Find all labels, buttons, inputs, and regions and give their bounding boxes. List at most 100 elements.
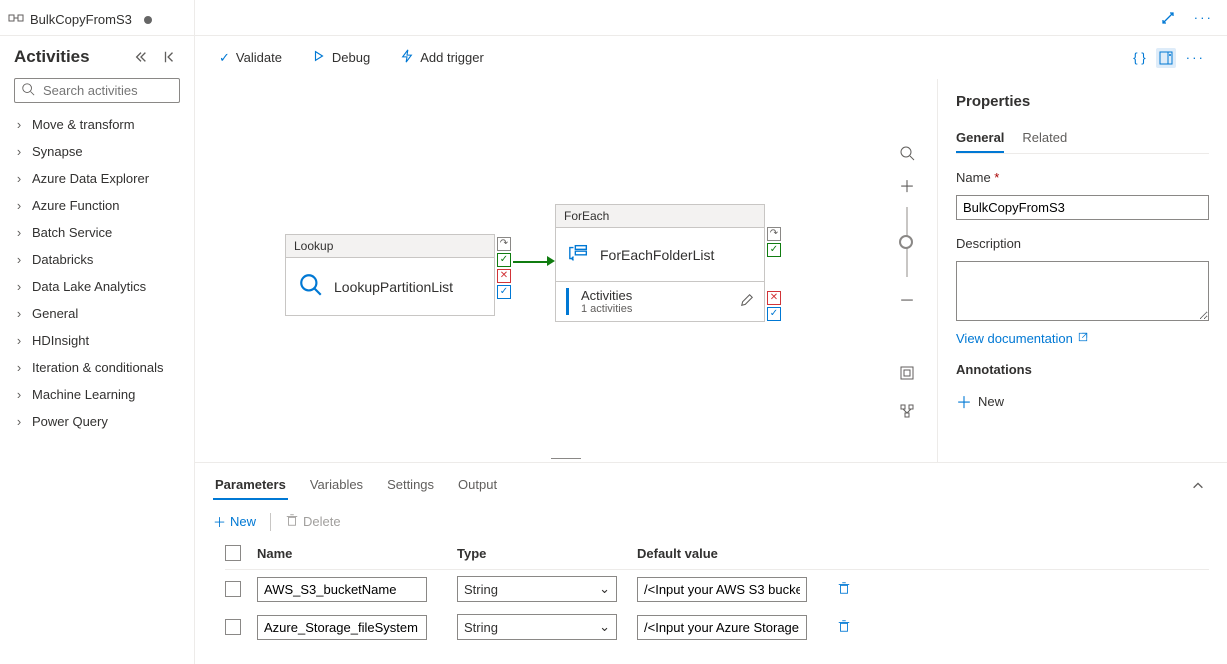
zoom-slider-thumb[interactable] xyxy=(899,235,913,249)
debug-button[interactable]: Debug xyxy=(306,48,376,67)
add-trigger-button[interactable]: Add trigger xyxy=(394,48,490,67)
pipeline-tab[interactable]: BulkCopyFromS3 xyxy=(8,10,152,29)
trigger-icon xyxy=(400,49,414,66)
more-actions-icon[interactable]: ··· xyxy=(1182,46,1209,69)
properties-tab-related[interactable]: Related xyxy=(1022,124,1067,153)
activity-foreach[interactable]: ForEach ForEachFolderList Activities 1 a… xyxy=(555,204,765,322)
category-batch-service[interactable]: ›Batch Service xyxy=(0,219,194,246)
foreach-inner-activities[interactable]: Activities 1 activities xyxy=(556,281,764,321)
chevron-right-icon: › xyxy=(14,252,24,267)
edit-icon[interactable] xyxy=(740,293,754,310)
activity-name: LookupPartitionList xyxy=(334,279,453,295)
pipeline-description-input[interactable] xyxy=(956,261,1209,321)
more-icon[interactable]: ··· xyxy=(1190,6,1217,29)
row-checkbox[interactable] xyxy=(225,619,241,635)
bottom-panel: Parameters Variables Settings Output ＋ N… xyxy=(195,462,1227,664)
param-type-select[interactable]: String⌄ xyxy=(457,614,617,640)
properties-toggle-icon[interactable] xyxy=(1156,48,1176,68)
activity-name: ForEachFolderList xyxy=(600,247,714,263)
foreach-icon xyxy=(568,242,590,267)
category-iteration-conditionals[interactable]: ›Iteration & conditionals xyxy=(0,354,194,381)
category-move-transform[interactable]: ›Move & transform xyxy=(0,111,194,138)
pipeline-name-input[interactable] xyxy=(956,195,1209,220)
collapse-double-icon[interactable] xyxy=(130,46,152,68)
annotations-label: Annotations xyxy=(956,362,1209,377)
unsaved-indicator-icon xyxy=(144,16,152,24)
lookup-icon xyxy=(298,272,324,301)
activity-lookup[interactable]: Lookup LookupPartitionList xyxy=(285,234,495,316)
panel-resize-handle[interactable] xyxy=(551,458,581,462)
chevron-right-icon: › xyxy=(14,279,24,294)
search-activities-input[interactable] xyxy=(14,78,180,103)
param-row: String⌄ xyxy=(225,570,1209,608)
param-name-input[interactable] xyxy=(257,577,427,602)
properties-tab-general[interactable]: General xyxy=(956,124,1004,153)
view-documentation-link[interactable]: View documentation xyxy=(956,331,1209,346)
param-row: String⌄ xyxy=(225,608,1209,646)
plus-icon: ＋ xyxy=(213,512,226,531)
zoom-slider[interactable] xyxy=(906,207,908,277)
param-name-input[interactable] xyxy=(257,615,427,640)
validate-button[interactable]: ✓ Validate xyxy=(213,49,288,67)
category-data-lake-analytics[interactable]: ›Data Lake Analytics xyxy=(0,273,194,300)
fit-to-screen-icon[interactable] xyxy=(893,359,921,387)
category-power-query[interactable]: ›Power Query xyxy=(0,408,194,435)
connector-skip-icon[interactable]: ↷ xyxy=(497,237,511,251)
pipeline-icon xyxy=(8,10,24,29)
collapse-icon[interactable] xyxy=(158,46,180,68)
search-activities-field[interactable] xyxy=(41,82,173,99)
category-general[interactable]: ›General xyxy=(0,300,194,327)
connector-completion-icon[interactable]: ✓ xyxy=(497,285,511,299)
auto-layout-icon[interactable] xyxy=(893,397,921,425)
delete-parameter-button[interactable]: Delete xyxy=(285,513,341,530)
col-name: Name xyxy=(257,546,457,561)
row-checkbox[interactable] xyxy=(225,581,241,597)
category-azure-function[interactable]: ›Azure Function xyxy=(0,192,194,219)
category-hdinsight[interactable]: ›HDInsight xyxy=(0,327,194,354)
connector-success-icon[interactable]: ✓ xyxy=(497,253,511,267)
param-type-select[interactable]: String⌄ xyxy=(457,576,617,602)
expand-icon[interactable] xyxy=(1156,6,1180,30)
chevron-right-icon: › xyxy=(14,306,24,321)
activity-type-label: Lookup xyxy=(286,235,494,258)
category-azure-data-explorer[interactable]: ›Azure Data Explorer xyxy=(0,165,194,192)
param-default-input[interactable] xyxy=(637,615,807,640)
pipeline-canvas[interactable]: Lookup LookupPartitionList ↷ ✓ ✕ ✓ xyxy=(195,79,937,462)
delete-row-icon[interactable] xyxy=(837,619,877,636)
zoom-out-button[interactable]: － xyxy=(893,285,921,313)
collapse-panel-icon[interactable] xyxy=(1187,475,1209,497)
properties-panel: Properties General Related Name Descript… xyxy=(937,79,1227,462)
chevron-right-icon: › xyxy=(14,144,24,159)
connector-completion-icon[interactable]: ✓ xyxy=(767,307,781,321)
canvas-zoom-controls: ＋ － xyxy=(893,139,921,313)
code-braces-icon[interactable]: { } xyxy=(1129,46,1150,69)
tab-parameters[interactable]: Parameters xyxy=(213,471,288,500)
category-synapse[interactable]: ›Synapse xyxy=(0,138,194,165)
new-parameter-button[interactable]: ＋ New xyxy=(213,512,256,531)
connector-fail-icon[interactable]: ✕ xyxy=(767,291,781,305)
connector-skip-icon[interactable]: ↷ xyxy=(767,227,781,241)
editor-tabstrip-right: ··· xyxy=(195,0,1227,36)
activities-sidebar: BulkCopyFromS3 Activities xyxy=(0,0,195,664)
tab-variables[interactable]: Variables xyxy=(308,471,365,500)
param-default-input[interactable] xyxy=(637,577,807,602)
accent-bar xyxy=(566,288,569,315)
tab-settings[interactable]: Settings xyxy=(385,471,436,500)
connector-success-icon[interactable]: ✓ xyxy=(767,243,781,257)
canvas-search-icon[interactable] xyxy=(893,139,921,167)
delete-row-icon[interactable] xyxy=(837,581,877,598)
add-annotation-button[interactable]: ＋ New xyxy=(956,389,1209,413)
chevron-down-icon: ⌄ xyxy=(599,581,610,597)
inner-activities-label: Activities xyxy=(581,288,732,303)
zoom-in-button[interactable]: ＋ xyxy=(893,171,921,199)
category-machine-learning[interactable]: ›Machine Learning xyxy=(0,381,194,408)
parameters-table: Name Type Default value String⌄ xyxy=(195,535,1227,664)
select-all-checkbox[interactable] xyxy=(225,545,241,561)
properties-title: Properties xyxy=(956,93,1209,110)
category-databricks[interactable]: ›Databricks xyxy=(0,246,194,273)
connector-fail-icon[interactable]: ✕ xyxy=(497,269,511,283)
chevron-right-icon: › xyxy=(14,225,24,240)
description-label: Description xyxy=(956,236,1209,251)
chevron-down-icon: ⌄ xyxy=(599,619,610,635)
tab-output[interactable]: Output xyxy=(456,471,499,500)
